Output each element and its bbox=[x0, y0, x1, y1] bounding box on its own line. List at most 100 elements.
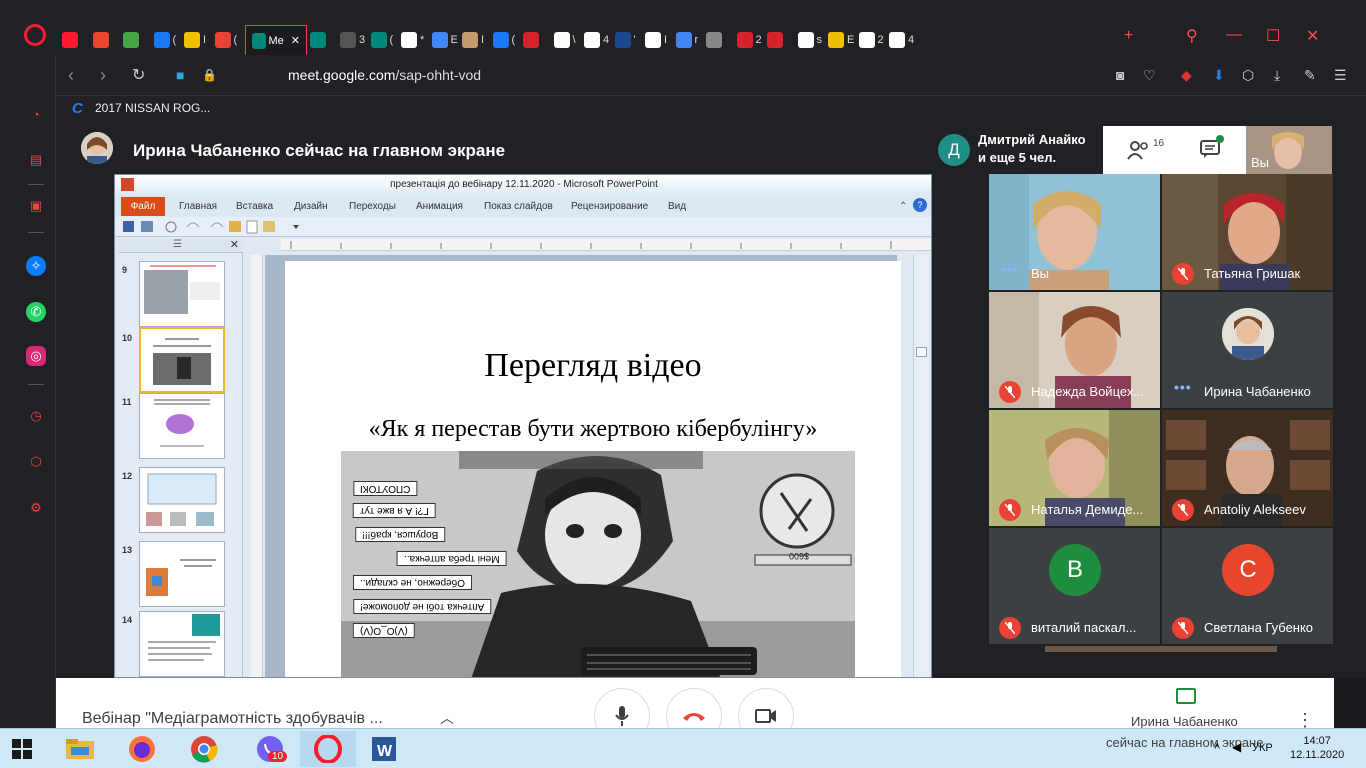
browser-tab[interactable]: ( bbox=[153, 25, 176, 55]
box-icon[interactable]: ⬡ bbox=[1242, 67, 1254, 84]
tray-arrow-icon[interactable]: ˄ bbox=[1214, 741, 1220, 753]
browser-tab[interactable]: I bbox=[645, 25, 667, 55]
ribbon-tab[interactable]: Переходы bbox=[349, 201, 396, 212]
close-pane-icon[interactable]: ✕ bbox=[230, 238, 239, 251]
browser-tab[interactable]: I bbox=[184, 25, 206, 55]
browser-tab-active[interactable]: Me ✕ bbox=[245, 25, 307, 55]
snapshot-icon[interactable]: ◙ bbox=[1116, 67, 1124, 83]
more-options-icon[interactable]: ⋮ bbox=[1296, 710, 1314, 728]
browser-tab[interactable] bbox=[123, 25, 142, 55]
close-window-icon[interactable]: ✕ bbox=[1306, 26, 1319, 46]
slide-thumbnail[interactable] bbox=[139, 541, 225, 607]
vertical-scrollbar[interactable] bbox=[913, 255, 929, 677]
reload-icon[interactable]: ↻ bbox=[132, 65, 145, 85]
word-icon[interactable]: W bbox=[366, 731, 402, 767]
present-screen-icon[interactable] bbox=[1176, 688, 1196, 704]
volume-icon[interactable]: ◀ bbox=[1232, 740, 1241, 754]
messenger-icon[interactable]: ✧ bbox=[26, 256, 46, 276]
language-indicator[interactable]: УКР bbox=[1252, 742, 1273, 754]
outline-tab-icon[interactable]: ☰ bbox=[173, 239, 182, 250]
slide-thumbnail-selected[interactable] bbox=[139, 327, 225, 393]
settings-icon[interactable]: ⚙ bbox=[26, 498, 46, 518]
participant-tile[interactable]: Татьяна Гришак bbox=[1162, 174, 1333, 290]
vpn-icon[interactable]: ✎ bbox=[1304, 67, 1316, 84]
history-icon[interactable]: ◷ bbox=[26, 406, 46, 426]
extensions-icon[interactable]: ⬡ bbox=[26, 452, 46, 472]
browser-tab[interactable]: 3 bbox=[340, 25, 365, 55]
slide-thumbnails-pane[interactable]: ☰ ✕ 9 10 11 12 13 14 bbox=[119, 238, 243, 677]
search-tabs-icon[interactable]: ⚲ bbox=[1186, 26, 1198, 46]
new-tab-icon[interactable]: + bbox=[1124, 27, 1133, 45]
windows-start-icon[interactable] bbox=[4, 731, 40, 767]
browser-tab[interactable] bbox=[92, 25, 112, 55]
browser-tab[interactable]: E bbox=[828, 25, 854, 55]
system-clock[interactable]: 14:07 12.11.2020 bbox=[1290, 734, 1344, 762]
participant-tile[interactable]: Надежда Войцех... bbox=[989, 292, 1160, 408]
ribbon-tab[interactable]: Показ слайдов bbox=[484, 201, 553, 212]
maximize-icon[interactable]: ☐ bbox=[1266, 26, 1280, 46]
participant-tile[interactable]: С Светлана Губенко bbox=[1162, 528, 1333, 644]
minimize-icon[interactable]: — bbox=[1226, 26, 1242, 44]
camera-indicator-icon[interactable]: ■ bbox=[176, 67, 184, 83]
slide-thumbnail[interactable] bbox=[139, 467, 225, 533]
current-slide[interactable]: Перегляд відео «Як я перестав бути жертв… bbox=[285, 261, 901, 677]
browser-tab[interactable] bbox=[706, 25, 725, 55]
close-tab-icon[interactable]: ✕ bbox=[291, 34, 300, 47]
browser-tab[interactable]: r bbox=[675, 25, 698, 55]
browser-tab[interactable]: * bbox=[401, 25, 424, 55]
participant-tile[interactable]: Наталья Демиде... bbox=[989, 410, 1160, 526]
participant-tile[interactable]: ••• Вы bbox=[989, 174, 1160, 290]
slide-thumbnail[interactable] bbox=[139, 611, 225, 677]
ppt-file-tab[interactable]: Файл bbox=[121, 197, 165, 216]
slide-video-image[interactable]: СПОУТОКІ Г?! А я вже тут Ворушся, краб!!… bbox=[341, 451, 855, 677]
browser-tab[interactable]: ( bbox=[492, 25, 515, 55]
twitch-icon[interactable]: ▣ bbox=[26, 196, 46, 216]
browser-tab[interactable] bbox=[62, 25, 81, 55]
browser-tab[interactable]: 2 bbox=[736, 25, 762, 55]
browser-tab[interactable] bbox=[309, 25, 329, 55]
leave-call-button[interactable] bbox=[666, 688, 722, 728]
ribbon-tab[interactable]: Вид bbox=[668, 201, 686, 212]
mic-toggle-button[interactable] bbox=[594, 688, 650, 728]
bookmark-item[interactable]: 2017 NISSAN ROG... bbox=[95, 101, 210, 115]
browser-tab[interactable] bbox=[767, 25, 786, 55]
participant-tile[interactable]: ••• Ирина Чабаненко bbox=[1162, 292, 1333, 408]
browser-tab[interactable]: 2 bbox=[858, 25, 884, 55]
lock-icon[interactable]: 🔒 bbox=[202, 68, 217, 82]
chrome-icon[interactable] bbox=[186, 731, 222, 767]
back-icon[interactable]: ‹ bbox=[68, 65, 74, 86]
browser-tab[interactable]: 4 bbox=[889, 25, 914, 55]
people-icon[interactable] bbox=[1127, 140, 1151, 160]
self-preview-tile[interactable]: Вы bbox=[1246, 126, 1332, 174]
meeting-title[interactable]: Вебінар "Медіаграмотність здобувачів ... bbox=[82, 710, 383, 728]
shared-screen[interactable]: презентація до вебінару 12.11.2020 - Mic… bbox=[114, 174, 932, 678]
browser-tab[interactable]: s bbox=[797, 25, 822, 55]
viber-icon[interactable]: 10 bbox=[248, 731, 292, 767]
slide-thumbnail[interactable] bbox=[139, 261, 225, 327]
join-notification[interactable]: Д Дмитрий Анайко и еще 5 чел. bbox=[930, 126, 1103, 174]
ribbon-tab[interactable]: Вставка bbox=[236, 201, 273, 212]
extension-cube-icon[interactable]: ◆ bbox=[1181, 67, 1192, 84]
browser-tab[interactable]: ( bbox=[370, 25, 393, 55]
participant-tile[interactable]: В виталий паскал... bbox=[989, 528, 1160, 644]
slide-thumbnail[interactable] bbox=[139, 393, 225, 459]
browser-tab[interactable]: I bbox=[462, 25, 484, 55]
ribbon-tab[interactable]: Анимация bbox=[416, 201, 463, 212]
downloads-icon[interactable]: ⤓ bbox=[1274, 67, 1280, 84]
opera-menu-icon[interactable] bbox=[24, 24, 46, 46]
chevron-up-icon[interactable]: ︿ bbox=[440, 708, 454, 728]
help-icon[interactable]: ? bbox=[913, 198, 927, 212]
instagram-icon[interactable]: ◎ bbox=[26, 346, 46, 366]
browser-tab[interactable]: 4 bbox=[584, 25, 609, 55]
easy-setup-icon[interactable]: ☰ bbox=[1334, 67, 1347, 84]
participant-tile[interactable]: Anatoliy Alekseev bbox=[1162, 410, 1333, 526]
browser-tab[interactable]: \ bbox=[553, 25, 576, 55]
firefox-icon[interactable] bbox=[124, 731, 160, 767]
file-explorer-icon[interactable] bbox=[62, 731, 98, 767]
news-icon[interactable]: ▤ bbox=[26, 150, 46, 170]
heart-icon[interactable]: ♡ bbox=[1143, 67, 1156, 84]
extension-download-icon[interactable]: ⬇ bbox=[1213, 67, 1225, 84]
forward-icon[interactable]: › bbox=[100, 65, 106, 86]
ribbon-collapse-icon[interactable]: ⌃ bbox=[899, 201, 907, 212]
whatsapp-icon[interactable]: ✆ bbox=[26, 302, 46, 322]
